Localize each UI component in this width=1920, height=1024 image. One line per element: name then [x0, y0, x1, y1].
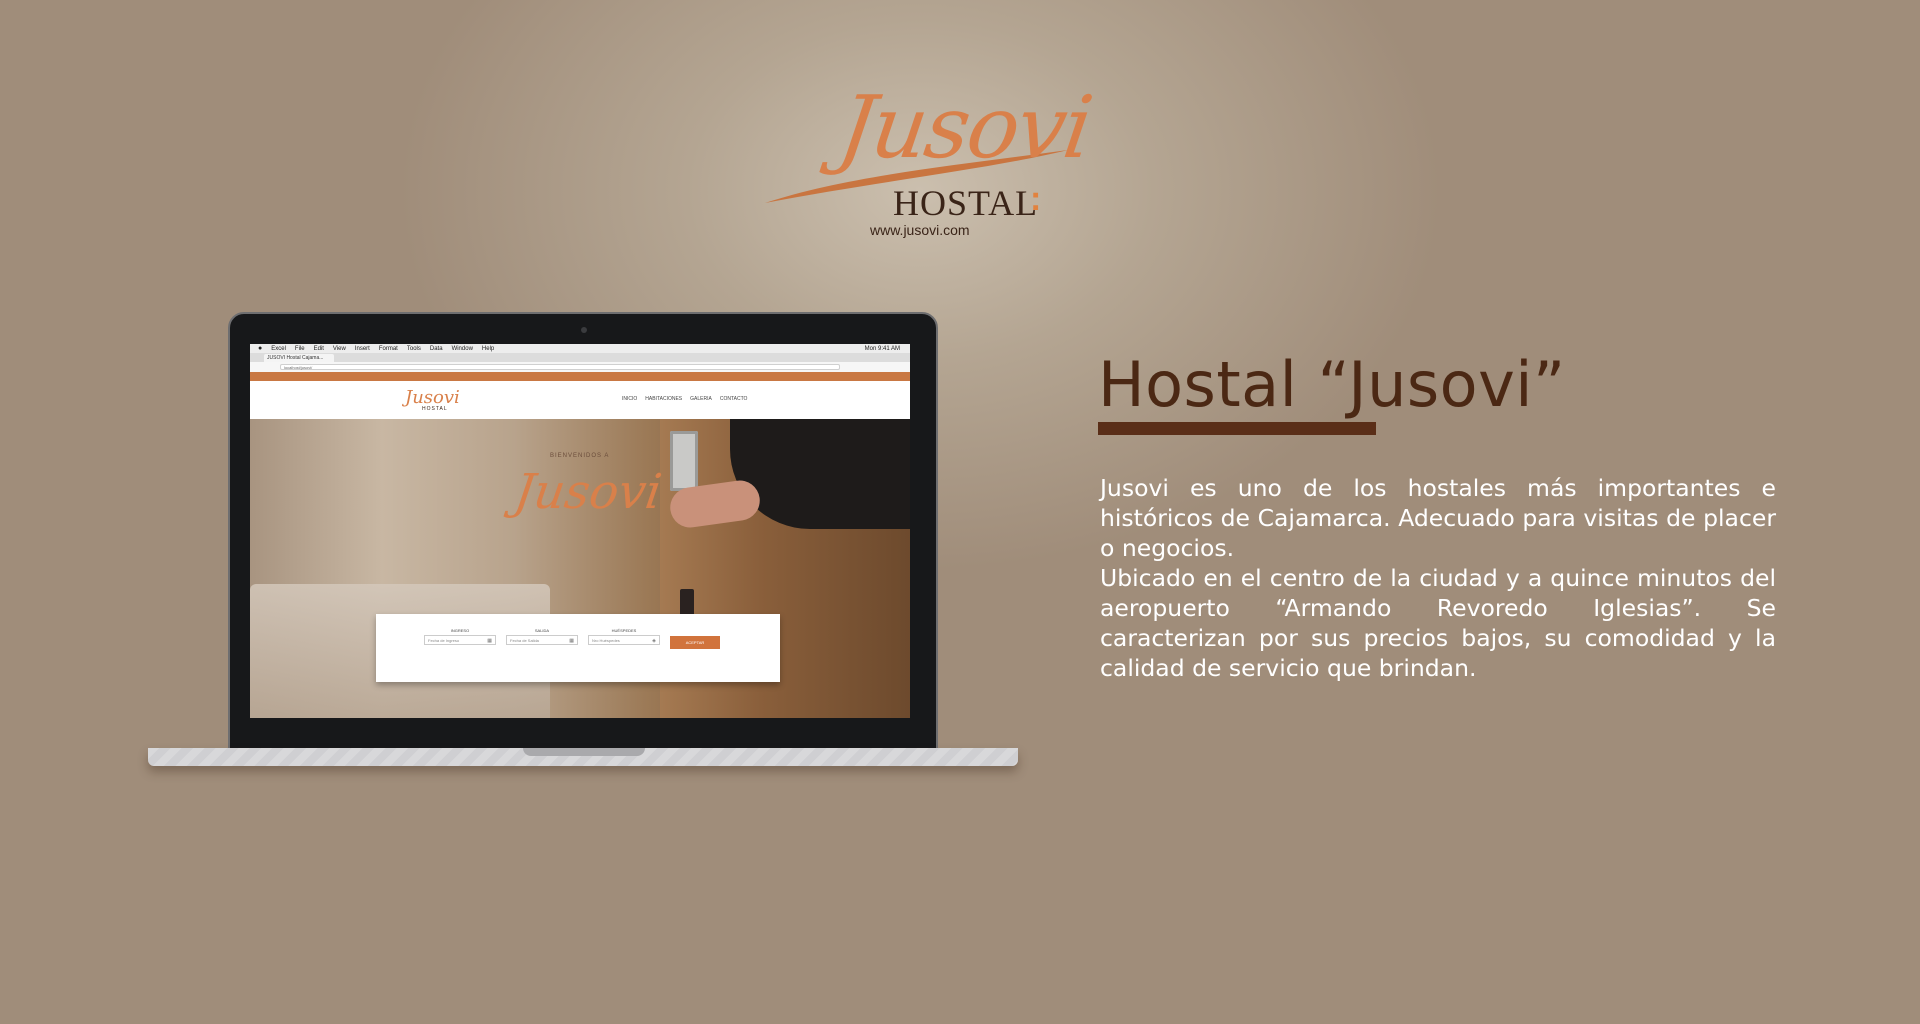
brand-logo: Jusovi HOSTAL : www.jusovi.com [760, 78, 1097, 245]
checkout-field: SALIDA Fecha de Salida ▦ [506, 628, 578, 645]
apple-icon: ● [258, 345, 263, 352]
site-header: Jusovi HOSTAL INICIO HABITACIONES GALERI… [250, 381, 910, 419]
page-title: Hostal “Jusovi” [1098, 348, 1566, 421]
browser-tab-strip: JUSOVI Hostal Cajama... [250, 353, 910, 362]
booking-form: INGRESO Fecha de Ingreso ▦ SALIDA Fecha … [376, 614, 780, 682]
menu-item[interactable]: Edit [314, 346, 324, 352]
site-topbar [250, 372, 910, 381]
nav-item-galeria[interactable]: GALERIA [690, 396, 712, 402]
description-paragraph-2: Ubicado en el centro de la ciudad y a qu… [1100, 564, 1776, 682]
title-underline [1098, 422, 1376, 435]
hero-image: BIENVENIDOS A Jusovi INGRESO Fecha de In… [250, 419, 910, 718]
checkin-field: INGRESO Fecha de Ingreso ▦ [424, 628, 496, 645]
logo-colon: : [1030, 180, 1042, 218]
nav-item-inicio[interactable]: INICIO [622, 396, 637, 402]
logo-script-text: Jusovi [832, 78, 1097, 178]
hero-welcome: BIENVENIDOS A [550, 453, 610, 459]
laptop-notch [523, 748, 645, 756]
mac-clock: Mon 9:41 AM [864, 345, 900, 352]
logo-url: www.jusovi.com [870, 222, 970, 238]
menu-item[interactable]: Data [430, 346, 443, 352]
checkin-input[interactable]: Fecha de Ingreso ▦ [424, 635, 496, 645]
site-nav: INICIO HABITACIONES GALERIA CONTACTO [622, 396, 747, 402]
menu-item[interactable]: File [295, 346, 305, 352]
calendar-icon: ▦ [569, 638, 574, 644]
tag-icon: ◈ [652, 638, 656, 644]
guests-input[interactable]: Nro Huéspedes ◈ [588, 635, 660, 645]
menu-item[interactable]: View [333, 346, 346, 352]
browser-tab[interactable]: JUSOVI Hostal Cajama... [264, 354, 334, 362]
laptop-lid: ● Excel File Edit View Insert Format Too… [228, 312, 938, 750]
menu-item[interactable]: Format [379, 346, 398, 352]
site-logo-sub: HOSTAL [422, 406, 448, 412]
laptop-screen: ● Excel File Edit View Insert Format Too… [250, 344, 910, 718]
mac-menu-bar: ● Excel File Edit View Insert Format Too… [250, 344, 910, 353]
menu-item[interactable]: Window [452, 346, 473, 352]
logo-hostal-text: HOSTAL [893, 183, 1039, 223]
guests-field: HUÉSPEDES Nro Huéspedes ◈ [588, 628, 660, 645]
checkout-label: SALIDA [534, 628, 550, 633]
laptop-mockup: ● Excel File Edit View Insert Format Too… [148, 312, 1018, 782]
menu-item[interactable]: Excel [271, 346, 286, 352]
menu-item[interactable]: Insert [355, 346, 370, 352]
menu-item[interactable]: Help [482, 346, 494, 352]
calendar-icon: ▦ [487, 638, 492, 644]
checkout-placeholder: Fecha de Salida [510, 638, 539, 643]
guests-label: HUÉSPEDES [611, 628, 637, 633]
nav-item-habitaciones[interactable]: HABITACIONES [645, 396, 682, 402]
checkin-placeholder: Fecha de Ingreso [428, 638, 460, 643]
site-logo[interactable]: Jusovi [405, 387, 460, 408]
url-input[interactable]: localhost/jusovi/ [280, 364, 840, 370]
door-lock-icon [670, 431, 698, 491]
checkout-input[interactable]: Fecha de Salida ▦ [506, 635, 578, 645]
hero-script-logo: Jusovi [511, 464, 666, 520]
menu-item[interactable]: Tools [407, 346, 421, 352]
checkin-label: INGRESO [450, 628, 470, 633]
description-paragraph-1: Jusovi es uno de los hostales más import… [1100, 474, 1776, 562]
camera-icon [581, 327, 587, 333]
submit-button[interactable]: ACEPTAR [670, 636, 720, 649]
guests-placeholder: Nro Huéspedes [592, 638, 620, 643]
nav-item-contacto[interactable]: CONTACTO [720, 396, 748, 402]
